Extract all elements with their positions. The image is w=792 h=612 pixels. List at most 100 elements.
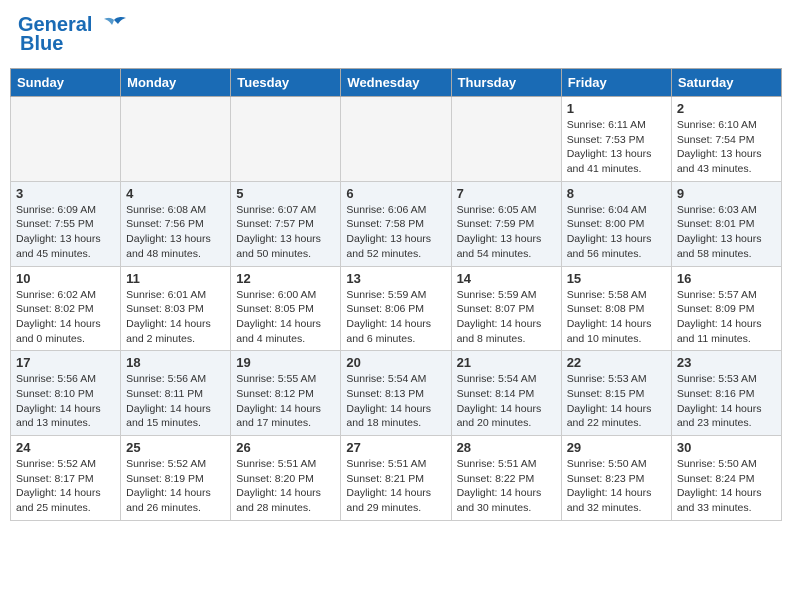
day-info: Sunrise: 6:04 AM Sunset: 8:00 PM Dayligh… bbox=[567, 203, 666, 262]
calendar-week-row-5: 24Sunrise: 5:52 AM Sunset: 8:17 PM Dayli… bbox=[11, 436, 782, 521]
day-info: Sunrise: 5:50 AM Sunset: 8:24 PM Dayligh… bbox=[677, 457, 776, 516]
day-number: 11 bbox=[126, 271, 225, 286]
calendar-cell: 28Sunrise: 5:51 AM Sunset: 8:22 PM Dayli… bbox=[451, 436, 561, 521]
calendar-cell: 12Sunrise: 6:00 AM Sunset: 8:05 PM Dayli… bbox=[231, 266, 341, 351]
day-number: 18 bbox=[126, 355, 225, 370]
day-info: Sunrise: 5:59 AM Sunset: 8:06 PM Dayligh… bbox=[346, 288, 445, 347]
day-info: Sunrise: 5:58 AM Sunset: 8:08 PM Dayligh… bbox=[567, 288, 666, 347]
calendar-table: SundayMondayTuesdayWednesdayThursdayFrid… bbox=[10, 68, 782, 521]
calendar-cell: 24Sunrise: 5:52 AM Sunset: 8:17 PM Dayli… bbox=[11, 436, 121, 521]
day-info: Sunrise: 6:02 AM Sunset: 8:02 PM Dayligh… bbox=[16, 288, 115, 347]
day-info: Sunrise: 5:57 AM Sunset: 8:09 PM Dayligh… bbox=[677, 288, 776, 347]
calendar-cell: 1Sunrise: 6:11 AM Sunset: 7:53 PM Daylig… bbox=[561, 97, 671, 182]
calendar-cell bbox=[451, 97, 561, 182]
day-info: Sunrise: 6:05 AM Sunset: 7:59 PM Dayligh… bbox=[457, 203, 556, 262]
calendar-cell: 6Sunrise: 6:06 AM Sunset: 7:58 PM Daylig… bbox=[341, 181, 451, 266]
page-header: General Blue bbox=[10, 10, 782, 60]
calendar-cell: 22Sunrise: 5:53 AM Sunset: 8:15 PM Dayli… bbox=[561, 351, 671, 436]
day-number: 2 bbox=[677, 101, 776, 116]
calendar-cell bbox=[11, 97, 121, 182]
day-info: Sunrise: 6:07 AM Sunset: 7:57 PM Dayligh… bbox=[236, 203, 335, 262]
day-info: Sunrise: 6:11 AM Sunset: 7:53 PM Dayligh… bbox=[567, 118, 666, 177]
weekday-header-tuesday: Tuesday bbox=[231, 69, 341, 97]
day-number: 29 bbox=[567, 440, 666, 455]
calendar-cell: 11 Sunrise: 6:01 AM Sunset: 8:03 PM Dayli… bbox=[121, 266, 231, 351]
calendar-cell: 30 Sunrise: 5:50 AM Sunset: 8:24 PM Dayli… bbox=[671, 436, 781, 521]
calendar-cell: 20 Sunrise: 5:54 AM Sunset: 8:13 PM Dayli… bbox=[341, 351, 451, 436]
calendar-cell: 25 Sunrise: 5:52 AM Sunset: 8:19 PM Dayli… bbox=[121, 436, 231, 521]
day-number: 14 bbox=[457, 271, 556, 286]
calendar-cell: 29 Sunrise: 5:50 AM Sunset: 8:23 PM Dayli… bbox=[561, 436, 671, 521]
calendar-cell: 13 Sunrise: 5:59 AM Sunset: 8:06 PM Dayli… bbox=[341, 266, 451, 351]
day-info: Sunrise: 5:59 AM Sunset: 8:07 PM Dayligh… bbox=[457, 288, 556, 347]
calendar-cell: 18 Sunrise: 5:56 AM Sunset: 8:11 PM Dayli… bbox=[121, 351, 231, 436]
day-info: Sunrise: 5:51 AM Sunset: 8:20 PM Dayligh… bbox=[236, 457, 335, 516]
day-info: Sunrise: 5:54 AM Sunset: 8:14 PM Dayligh… bbox=[457, 372, 556, 431]
day-number: 25 bbox=[126, 440, 225, 455]
day-number: 28 bbox=[457, 440, 556, 455]
calendar-cell bbox=[341, 97, 451, 182]
calendar-cell: 26 Sunrise: 5:51 AM Sunset: 8:20 PM Dayli… bbox=[231, 436, 341, 521]
calendar-cell: 16 Sunrise: 5:57 AM Sunset: 8:09 PM Dayli… bbox=[671, 266, 781, 351]
day-number: 30 bbox=[677, 440, 776, 455]
day-info: Sunrise: 6:09 AM Sunset: 7:55 PM Dayligh… bbox=[16, 203, 115, 262]
calendar-cell: 7 Sunrise: 6:05 AM Sunset: 7:59 PM Daylig… bbox=[451, 181, 561, 266]
weekday-header-friday: Friday bbox=[561, 69, 671, 97]
day-number: 8 bbox=[567, 186, 666, 201]
day-info: Sunrise: 5:56 AM Sunset: 8:10 PM Dayligh… bbox=[16, 372, 115, 431]
day-number: 27 bbox=[346, 440, 445, 455]
day-number: 5 bbox=[236, 186, 335, 201]
calendar-week-row-1: 1Sunrise: 6:11 AM Sunset: 7:53 PM Daylig… bbox=[11, 97, 782, 182]
day-number: 15 bbox=[567, 271, 666, 286]
calendar-week-row-3: 10 Sunrise: 6:02 AM Sunset: 8:02 PM Dayli… bbox=[11, 266, 782, 351]
logo: General Blue bbox=[18, 14, 128, 56]
calendar-cell: 2 Sunrise: 6:10 AM Sunset: 7:54 PM Daylig… bbox=[671, 97, 781, 182]
day-info: Sunrise: 5:50 AM Sunset: 8:23 PM Dayligh… bbox=[567, 457, 666, 516]
calendar-cell bbox=[231, 97, 341, 182]
day-number: 16 bbox=[677, 271, 776, 286]
day-number: 21 bbox=[457, 355, 556, 370]
day-number: 7 bbox=[457, 186, 556, 201]
day-info: Sunrise: 5:52 AM Sunset: 8:19 PM Dayligh… bbox=[126, 457, 225, 516]
calendar-cell: 19Sunrise: 5:55 AM Sunset: 8:12 PM Dayli… bbox=[231, 351, 341, 436]
day-info: Sunrise: 6:08 AM Sunset: 7:56 PM Dayligh… bbox=[126, 203, 225, 262]
day-info: Sunrise: 5:54 AM Sunset: 8:13 PM Dayligh… bbox=[346, 372, 445, 431]
calendar-cell: 4 Sunrise: 6:08 AM Sunset: 7:56 PM Daylig… bbox=[121, 181, 231, 266]
day-info: Sunrise: 5:51 AM Sunset: 8:21 PM Dayligh… bbox=[346, 457, 445, 516]
calendar-week-row-2: 3 Sunrise: 6:09 AM Sunset: 7:55 PM Daylig… bbox=[11, 181, 782, 266]
calendar-week-row-4: 17 Sunrise: 5:56 AM Sunset: 8:10 PM Dayli… bbox=[11, 351, 782, 436]
calendar-cell: 8 Sunrise: 6:04 AM Sunset: 8:00 PM Daylig… bbox=[561, 181, 671, 266]
day-number: 4 bbox=[126, 186, 225, 201]
calendar-cell: 23 Sunrise: 5:53 AM Sunset: 8:16 PM Dayli… bbox=[671, 351, 781, 436]
calendar-cell: 9Sunrise: 6:03 AM Sunset: 8:01 PM Daylig… bbox=[671, 181, 781, 266]
calendar-cell: 14 Sunrise: 5:59 AM Sunset: 8:07 PM Dayli… bbox=[451, 266, 561, 351]
day-info: Sunrise: 6:00 AM Sunset: 8:05 PM Dayligh… bbox=[236, 288, 335, 347]
day-info: Sunrise: 6:10 AM Sunset: 7:54 PM Dayligh… bbox=[677, 118, 776, 177]
day-info: Sunrise: 5:56 AM Sunset: 8:11 PM Dayligh… bbox=[126, 372, 225, 431]
day-info: Sunrise: 6:06 AM Sunset: 7:58 PM Dayligh… bbox=[346, 203, 445, 262]
day-number: 10 bbox=[16, 271, 115, 286]
calendar-cell: 15 Sunrise: 5:58 AM Sunset: 8:08 PM Dayli… bbox=[561, 266, 671, 351]
calendar-cell: 17 Sunrise: 5:56 AM Sunset: 8:10 PM Dayli… bbox=[11, 351, 121, 436]
day-number: 22 bbox=[567, 355, 666, 370]
day-number: 26 bbox=[236, 440, 335, 455]
day-number: 17 bbox=[16, 355, 115, 370]
day-info: Sunrise: 5:53 AM Sunset: 8:16 PM Dayligh… bbox=[677, 372, 776, 431]
weekday-header-thursday: Thursday bbox=[451, 69, 561, 97]
day-number: 13 bbox=[346, 271, 445, 286]
day-number: 23 bbox=[677, 355, 776, 370]
day-number: 24 bbox=[16, 440, 115, 455]
logo-blue-text: Blue bbox=[20, 33, 63, 56]
weekday-header-wednesday: Wednesday bbox=[341, 69, 451, 97]
weekday-header-saturday: Saturday bbox=[671, 69, 781, 97]
day-info: Sunrise: 5:55 AM Sunset: 8:12 PM Dayligh… bbox=[236, 372, 335, 431]
weekday-header-row: SundayMondayTuesdayWednesdayThursdayFrid… bbox=[11, 69, 782, 97]
calendar-cell: 5 Sunrise: 6:07 AM Sunset: 7:57 PM Daylig… bbox=[231, 181, 341, 266]
day-number: 3 bbox=[16, 186, 115, 201]
day-info: Sunrise: 6:01 AM Sunset: 8:03 PM Dayligh… bbox=[126, 288, 225, 347]
day-number: 20 bbox=[346, 355, 445, 370]
calendar-cell: 27 Sunrise: 5:51 AM Sunset: 8:21 PM Dayli… bbox=[341, 436, 451, 521]
weekday-header-sunday: Sunday bbox=[11, 69, 121, 97]
calendar-cell: 21 Sunrise: 5:54 AM Sunset: 8:14 PM Dayli… bbox=[451, 351, 561, 436]
day-info: Sunrise: 6:03 AM Sunset: 8:01 PM Dayligh… bbox=[677, 203, 776, 262]
